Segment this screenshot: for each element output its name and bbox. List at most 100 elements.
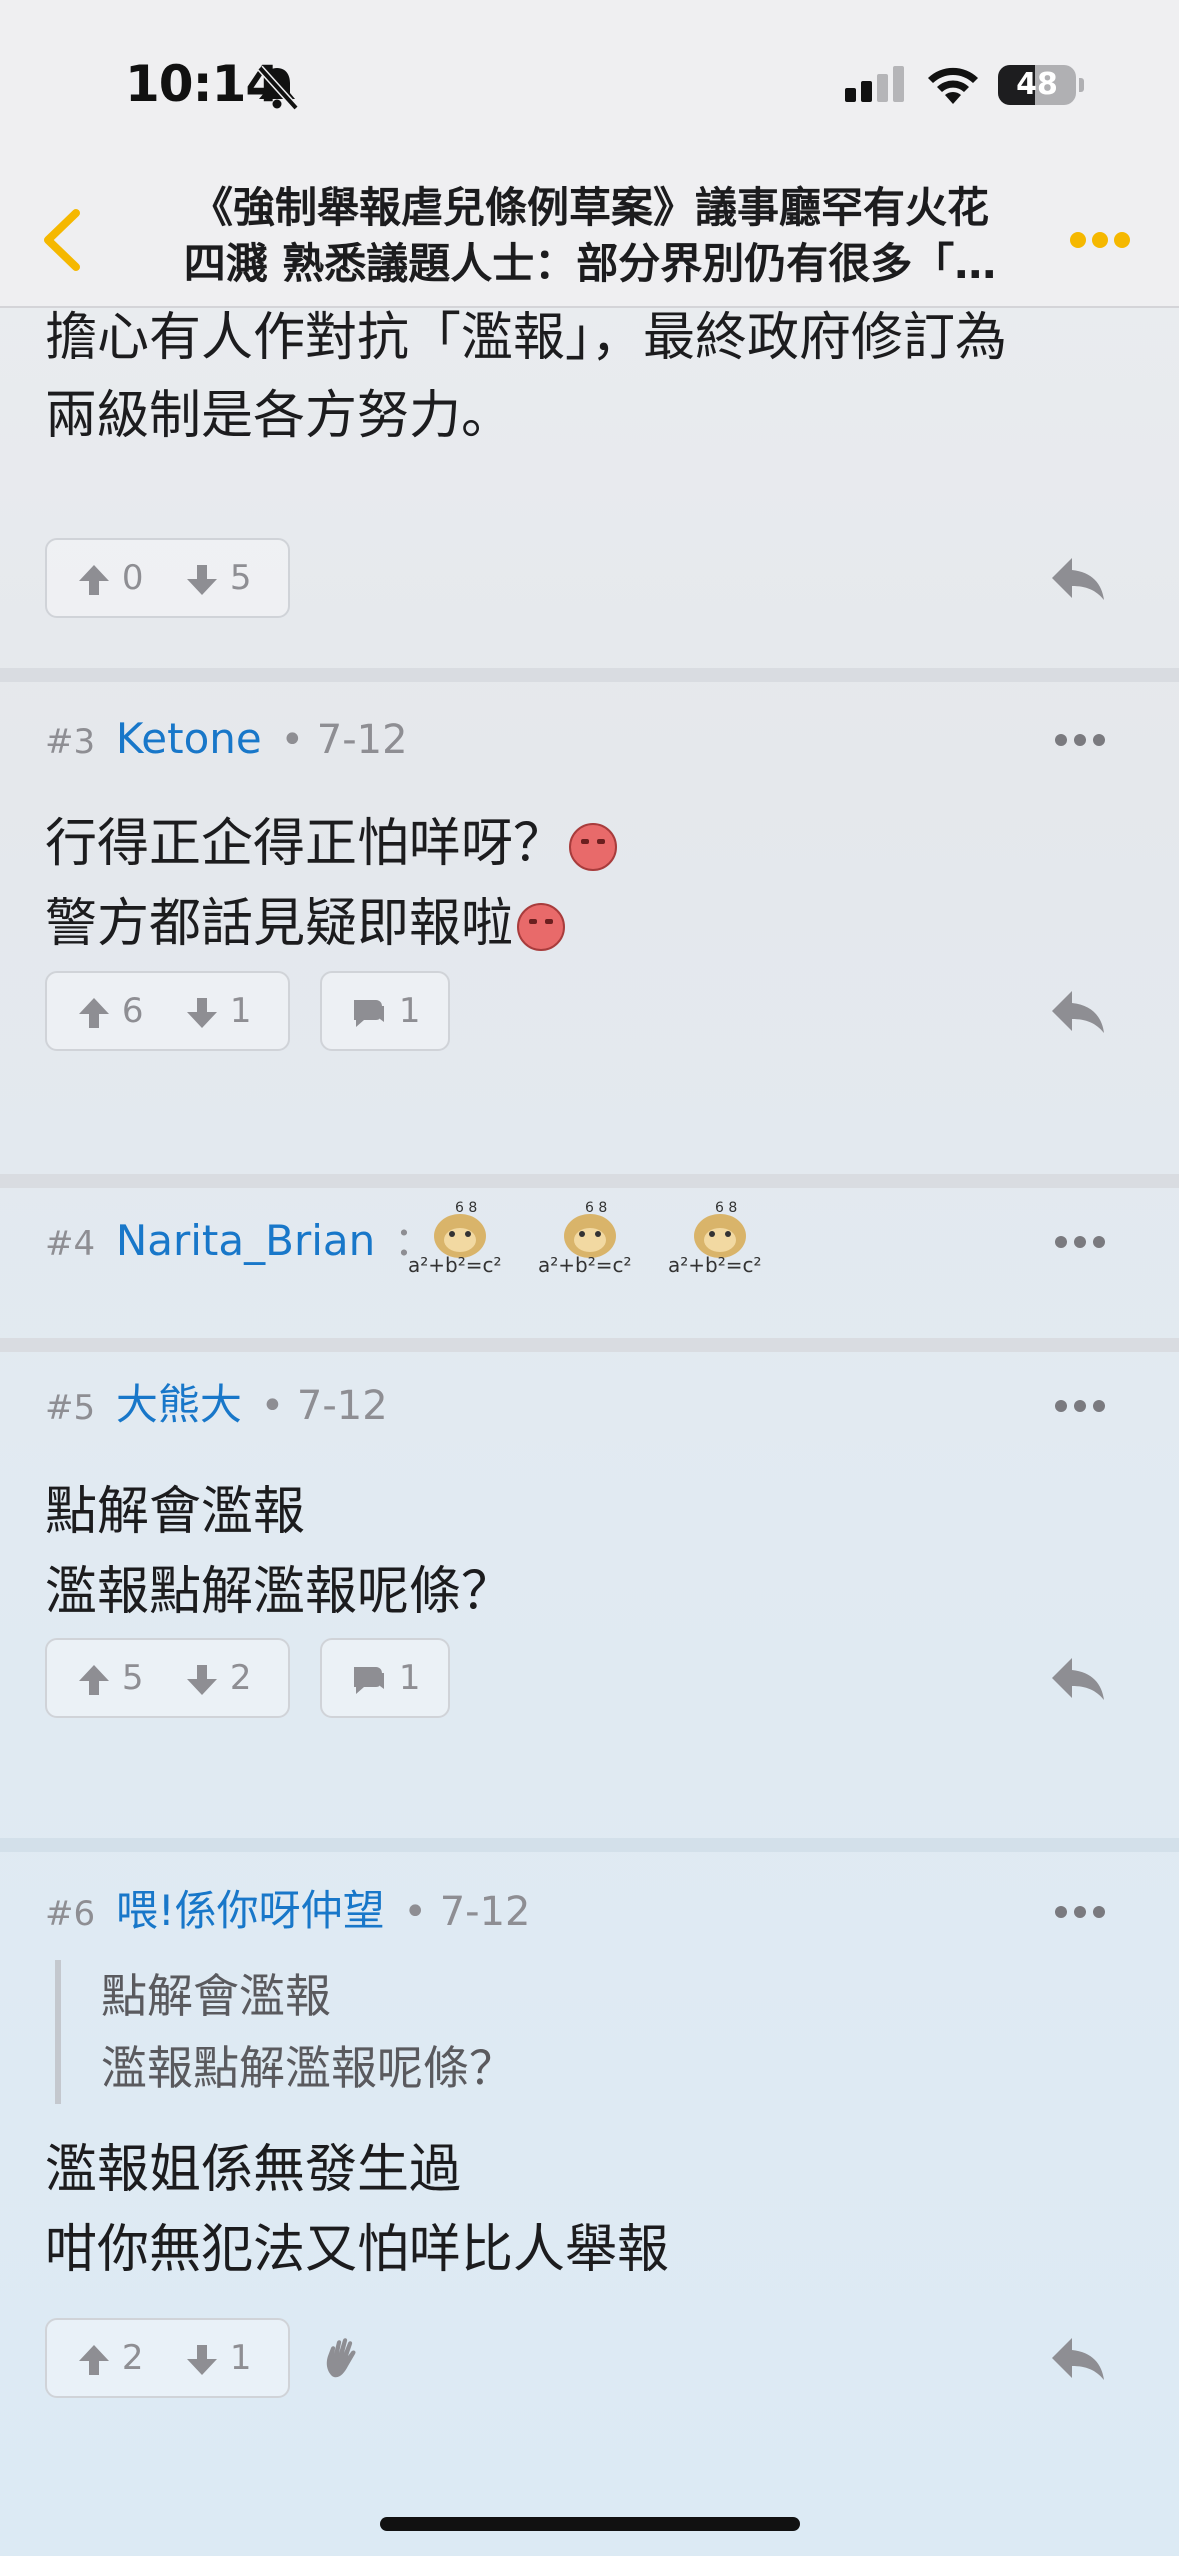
post-body-line: 濫報點解濫報呢條？ [45, 1562, 514, 1622]
post-username[interactable]: 喂!係你呀仲望 [116, 1886, 385, 1935]
angry-emoji-icon [517, 903, 566, 951]
post-header: #3 Ketone • 7-12 [45, 714, 408, 764]
post-more-button[interactable] [1055, 1396, 1115, 1416]
dot-icon [1114, 232, 1130, 248]
downvote-button[interactable]: 5 [185, 540, 251, 616]
cellular-signal-icon [845, 66, 904, 102]
svg-text:a²+b²=c²: a²+b²=c² [668, 1253, 762, 1277]
dot-icon [1074, 1236, 1086, 1248]
comment-count: 1 [398, 991, 421, 1031]
post-more-button[interactable] [1055, 730, 1115, 750]
post-body-line: 點解會濫報 [45, 1482, 306, 1542]
dot-icon [1093, 1400, 1105, 1412]
post-body-line: 咁你無犯法又怕咩比人舉報 [45, 2220, 670, 2280]
reply-icon[interactable] [1048, 987, 1108, 1037]
comment-count-wrap: 1 [350, 1640, 420, 1716]
post-number: #6 [45, 1894, 96, 1934]
angry-emoji-icon [569, 823, 618, 871]
thread-title: 《強制舉報虐兒條例草案》議事廳罕有火花 四濺 熟悉議題人士：部分界別仍有很多「… [140, 180, 1040, 292]
post-date: • 7-12 [260, 1383, 388, 1429]
dot-icon [1074, 1906, 1086, 1918]
comments-button[interactable]: 1 [320, 1638, 450, 1718]
home-indicator[interactable] [380, 2517, 800, 2531]
status-bar: 10:14 48 [0, 0, 1179, 160]
downvote-button[interactable]: 1 [185, 2320, 251, 2396]
dot-icon [1093, 734, 1105, 746]
post-text: 行得正企得正怕咩呀？ [45, 814, 566, 874]
battery-indicator: 48 [998, 65, 1076, 105]
upvote-button[interactable]: 6 [77, 973, 143, 1049]
bell-muted-icon [257, 65, 299, 111]
upvote-count: 5 [121, 1658, 144, 1698]
waving-hand-icon[interactable] [322, 2336, 362, 2380]
dot-icon [1055, 1236, 1067, 1248]
speech-bubble-icon [354, 999, 384, 1027]
svg-text:a²+b²=c²: a²+b²=c² [408, 1253, 502, 1277]
arrow-up-icon [79, 2344, 109, 2375]
quoted-reply: 點解會濫報 濫報點解濫報呢條？ [55, 1960, 801, 2104]
thread-title-line1: 《強制舉報虐兒條例草案》議事廳罕有火花 [190, 183, 989, 232]
post-username[interactable]: 大熊大 [116, 1380, 242, 1429]
more-options-button[interactable] [1070, 225, 1142, 255]
upvote-button[interactable]: 0 [77, 540, 143, 616]
post-separator [0, 668, 1179, 682]
arrow-down-icon [187, 1664, 217, 1695]
svg-text:6 8: 6 8 [455, 1200, 477, 1216]
dot-icon [1070, 232, 1086, 248]
reply-icon[interactable] [1048, 1654, 1108, 1704]
svg-text:6 8: 6 8 [585, 1200, 607, 1216]
post-username[interactable]: Narita_Brian [116, 1216, 375, 1265]
post-date: • 7-12 [403, 1889, 531, 1935]
post-more-button[interactable] [1055, 1232, 1115, 1252]
wifi-icon [928, 67, 978, 104]
downvote-count: 1 [229, 2338, 252, 2378]
comment-count: 1 [398, 1658, 421, 1698]
downvote-count: 5 [229, 558, 252, 598]
arrow-up-icon [79, 997, 109, 1028]
comment-count-wrap: 1 [350, 973, 420, 1049]
svg-text:a²+b²=c²: a²+b²=c² [538, 1253, 632, 1277]
post-body-line: 行得正企得正怕咩呀？ [45, 802, 618, 886]
back-chevron-icon[interactable] [38, 205, 88, 275]
post-number: #3 [45, 722, 96, 762]
pythagoras-sticker-icon: a²+b²=c² 6 8 [408, 1200, 502, 1277]
post-separator [0, 1338, 1179, 1352]
downvote-count: 2 [229, 1658, 252, 1698]
arrow-down-icon [187, 564, 217, 595]
post-body-line: 濫報姐係無發生過 [45, 2140, 462, 2200]
post-text: 警方都話見疑即報啦 [45, 894, 514, 954]
upvote-count: 6 [121, 991, 144, 1031]
dot-icon [1074, 1400, 1086, 1412]
upvote-button[interactable]: 5 [77, 1640, 143, 1716]
pythagoras-sticker-icon: a²+b²=c² 6 8 [538, 1200, 632, 1277]
vote-box: 5 2 [45, 1638, 290, 1718]
dot-icon [1092, 232, 1108, 248]
arrow-up-icon [79, 564, 109, 595]
post-number: #4 [45, 1224, 96, 1264]
post-number: #5 [45, 1388, 96, 1428]
comments-button[interactable]: 1 [320, 971, 450, 1051]
dot-icon [1093, 1906, 1105, 1918]
vote-box: 6 1 [45, 971, 290, 1051]
dot-icon [1055, 1400, 1067, 1412]
battery-cap [1079, 78, 1084, 92]
post-separator [0, 1174, 1179, 1188]
post-username[interactable]: Ketone [116, 714, 262, 763]
reply-icon[interactable] [1048, 554, 1108, 604]
post-separator [0, 1838, 1179, 1852]
navigation-bar: 《強制舉報虐兒條例草案》議事廳罕有火花 四濺 熟悉議題人士：部分界別仍有很多「… [0, 160, 1179, 308]
post-header: #4 Narita_Brian ： [45, 1216, 434, 1266]
post-body-line: 擔心有人作對抗「濫報」，最終政府修訂為 [45, 308, 1008, 368]
dot-icon [1074, 734, 1086, 746]
upvote-count: 0 [121, 558, 144, 598]
post-body-line: 兩級制是各方努力。 [45, 386, 514, 446]
downvote-button[interactable]: 2 [185, 1640, 251, 1716]
vote-box: 0 5 [45, 538, 290, 618]
dot-icon [1093, 1236, 1105, 1248]
battery-percent: 48 [1016, 67, 1058, 102]
pythagoras-sticker-icon: a²+b²=c² 6 8 [668, 1200, 762, 1277]
downvote-button[interactable]: 1 [185, 973, 251, 1049]
upvote-button[interactable]: 2 [77, 2320, 143, 2396]
reply-icon[interactable] [1048, 2334, 1108, 2384]
post-more-button[interactable] [1055, 1902, 1115, 1922]
